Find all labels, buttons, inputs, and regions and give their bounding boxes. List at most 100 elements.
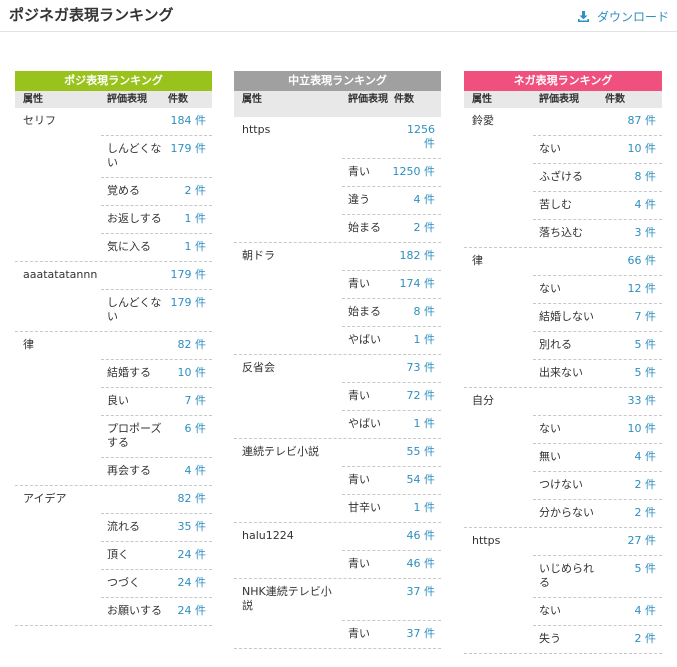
attribute-count-link[interactable]: 33 件 — [601, 394, 662, 408]
attribute-name: aaatatatannn — [23, 268, 98, 281]
attribute-group: aaatatatannn 179 件しんどくない 179 件 — [15, 262, 212, 332]
expression-count-link[interactable]: 4 件 — [601, 450, 662, 464]
expression-count-link[interactable]: 72 件 — [390, 389, 441, 403]
expression-name: 始まる — [348, 305, 381, 318]
expression-count-link[interactable]: 8 件 — [390, 305, 441, 319]
expression-count-link[interactable]: 35 件 — [164, 520, 212, 534]
expression-row: つけない 2 件 — [533, 471, 662, 499]
expression-count-link[interactable]: 46 件 — [390, 557, 441, 571]
attribute-group: アイデア 82 件流れる 35 件頂く 24 件つづく 24 件お願いする 24 件 — [15, 486, 212, 626]
expression-count-link[interactable]: 54 件 — [390, 473, 441, 487]
expression-count-link[interactable]: 179 件 — [164, 142, 212, 156]
expression-count-link[interactable]: 4 件 — [390, 193, 441, 207]
attribute-count-link[interactable]: 66 件 — [601, 254, 662, 268]
expression-row: ない 12 件 — [533, 275, 662, 303]
attribute-name: https — [242, 123, 271, 136]
expression-count-link[interactable]: 4 件 — [601, 198, 662, 212]
attribute-group: 自分 33 件ない 10 件無い 4 件つけない 2 件分からない 2 件 — [464, 388, 662, 528]
expression-count-link[interactable]: 5 件 — [601, 562, 662, 576]
expression-count-link[interactable]: 4 件 — [164, 464, 212, 478]
attribute-count-link[interactable]: 82 件 — [164, 492, 212, 506]
expression-name: 覚める — [107, 184, 140, 197]
expression-count-link[interactable]: 1 件 — [390, 501, 441, 515]
expression-count-link[interactable]: 6 件 — [164, 422, 212, 436]
expression-count-link[interactable]: 24 件 — [164, 548, 212, 562]
attribute-name: セリフ — [23, 114, 56, 127]
attribute-count-link[interactable]: 87 件 — [601, 114, 662, 128]
expression-count-link[interactable]: 2 件 — [390, 221, 441, 235]
attribute-name: 律 — [23, 338, 34, 351]
expression-row: 流れる 35 件 — [101, 513, 212, 541]
expression-count-link[interactable]: 10 件 — [164, 366, 212, 380]
expression-count-link[interactable]: 8 件 — [601, 170, 662, 184]
expression-name: 青い — [348, 557, 370, 570]
attribute-count-link[interactable]: 184 件 — [164, 114, 212, 128]
column-title: ネガ表現ランキング — [464, 71, 662, 91]
expression-name: やばい — [348, 417, 381, 430]
attribute-count-link[interactable]: 46 件 — [390, 529, 441, 543]
expression-row: 青い 46 件 — [342, 550, 441, 578]
expression-count-link[interactable]: 5 件 — [601, 338, 662, 352]
attribute-count-link[interactable]: 37 件 — [390, 585, 441, 599]
expression-count-link[interactable]: 24 件 — [164, 576, 212, 590]
expression-count-link[interactable]: 1 件 — [390, 417, 441, 431]
expression-name: 青い — [348, 627, 370, 640]
attribute-count-link[interactable]: 1256 件 — [390, 123, 441, 151]
expression-name: 甘辛い — [348, 501, 381, 514]
expression-count-link[interactable]: 10 件 — [601, 422, 662, 436]
expression-row: 始まる 8 件 — [342, 298, 441, 326]
attribute-row: アイデア 82 件 — [15, 486, 212, 513]
expression-count-link[interactable]: 7 件 — [164, 394, 212, 408]
expression-count-link[interactable]: 174 件 — [390, 277, 441, 291]
attribute-count-link[interactable]: 27 件 — [601, 534, 662, 548]
expression-count-link[interactable]: 4 件 — [601, 604, 662, 618]
attribute-count-link[interactable]: 82 件 — [164, 338, 212, 352]
expression-count-link[interactable]: 2 件 — [601, 632, 662, 646]
attribute-row: aaatatatannn 179 件 — [15, 262, 212, 289]
attribute-row: 連続テレビ小説 55 件 — [234, 439, 441, 466]
attribute-count-link[interactable]: 73 件 — [390, 361, 441, 375]
attribute-count-link[interactable]: 55 件 — [390, 445, 441, 459]
expression-name: プロポーズする — [107, 422, 162, 449]
expression-count-link[interactable]: 3 件 — [601, 226, 662, 240]
expression-count-link[interactable]: 1250 件 — [390, 165, 441, 179]
attribute-group: セリフ 184 件しんどくない 179 件覚める 2 件お返しする 1 件気に入る 1 件 — [15, 108, 212, 262]
expression-count-link[interactable]: 5 件 — [601, 366, 662, 380]
expression-count-link[interactable]: 12 件 — [601, 282, 662, 296]
expression-count-link[interactable]: 179 件 — [164, 296, 212, 310]
expression-count-link[interactable]: 1 件 — [390, 333, 441, 347]
expression-name: 結婚しない — [539, 310, 594, 323]
download-button[interactable]: ダウンロード — [577, 8, 669, 25]
expression-count-link[interactable]: 2 件 — [601, 506, 662, 520]
expression-name: つけない — [539, 478, 583, 491]
expression-row: いじめられる 5 件 — [533, 555, 662, 597]
expression-row: 青い 174 件 — [342, 270, 441, 298]
expression-count-link[interactable]: 10 件 — [601, 142, 662, 156]
expression-row: 出来ない 5 件 — [533, 359, 662, 387]
expression-count-link[interactable]: 24 件 — [164, 604, 212, 618]
expression-name: つづく — [107, 576, 140, 589]
column-title: 中立表現ランキング — [234, 71, 441, 91]
attribute-name: halu1224 — [242, 529, 294, 542]
expression-count-link[interactable]: 1 件 — [164, 212, 212, 226]
attribute-count-link[interactable]: 182 件 — [390, 249, 441, 263]
expression-count-link[interactable]: 2 件 — [164, 184, 212, 198]
expression-count-link[interactable]: 7 件 — [601, 310, 662, 324]
expression-name: 青い — [348, 473, 370, 486]
attribute-row: NHK連続テレビ小説 37 件 — [234, 579, 441, 620]
expression-count-link[interactable]: 2 件 — [601, 478, 662, 492]
expression-name: 青い — [348, 165, 370, 178]
expression-name: 青い — [348, 389, 370, 402]
expression-name: ふざける — [539, 170, 583, 183]
expression-name: 良い — [107, 394, 129, 407]
expression-row: 青い 54 件 — [342, 466, 441, 494]
column-title: ポジ表現ランキング — [15, 71, 212, 91]
expression-count-link[interactable]: 37 件 — [390, 627, 441, 641]
expression-name: ない — [539, 604, 561, 617]
attribute-count-link[interactable]: 179 件 — [164, 268, 212, 282]
header-attribute: 属性 — [472, 94, 492, 105]
expression-name: 別れる — [539, 338, 572, 351]
expression-row: ない 4 件 — [533, 597, 662, 625]
expression-count-link[interactable]: 1 件 — [164, 240, 212, 254]
page-title: ポジネガ表現ランキング — [9, 6, 174, 24]
